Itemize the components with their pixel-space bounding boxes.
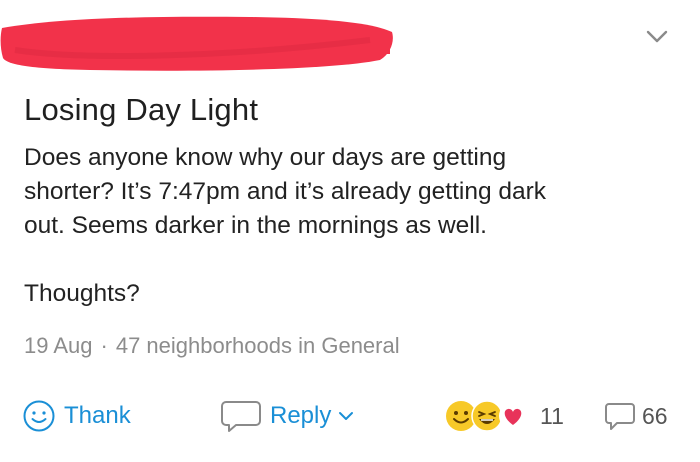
post-body-line: Does anyone know why our days are gettin…	[24, 144, 507, 171]
post-body: Does anyone know why our days are gettin…	[24, 141, 684, 311]
post-meta: 19 Aug · 47 neighborhoods in General	[24, 333, 400, 359]
chevron-down-icon	[646, 30, 668, 43]
post-options-chevron[interactable]	[642, 22, 672, 52]
reply-button[interactable]: Reply	[220, 396, 355, 436]
post-body-closing: Thoughts?	[24, 280, 140, 307]
post-body-line: out. Seems darker in the mornings as wel…	[24, 212, 487, 239]
heart-icon	[499, 402, 527, 430]
reaction-summary[interactable]: 11	[444, 398, 564, 434]
thank-label: Thank	[64, 402, 131, 429]
comment-icon	[605, 403, 635, 430]
reaction-count: 11	[540, 402, 564, 429]
thank-button[interactable]: Thank	[22, 396, 131, 436]
redaction-mark	[0, 16, 393, 71]
speech-bubble-icon	[221, 401, 261, 432]
post-body-line: shorter? It’s 7:47pm and it’s already ge…	[24, 178, 547, 205]
smiley-icon	[23, 400, 55, 432]
chevron-down-icon	[339, 412, 354, 420]
post-audience[interactable]: 47 neighborhoods in General	[116, 333, 400, 358]
post-date: 19 Aug	[24, 333, 93, 358]
post-title: Losing Day Light	[24, 92, 259, 127]
reply-label: Reply	[270, 402, 332, 429]
comment-summary[interactable]: 66	[604, 398, 668, 434]
meta-separator: ·	[100, 333, 108, 358]
comment-count: 66	[642, 402, 668, 429]
